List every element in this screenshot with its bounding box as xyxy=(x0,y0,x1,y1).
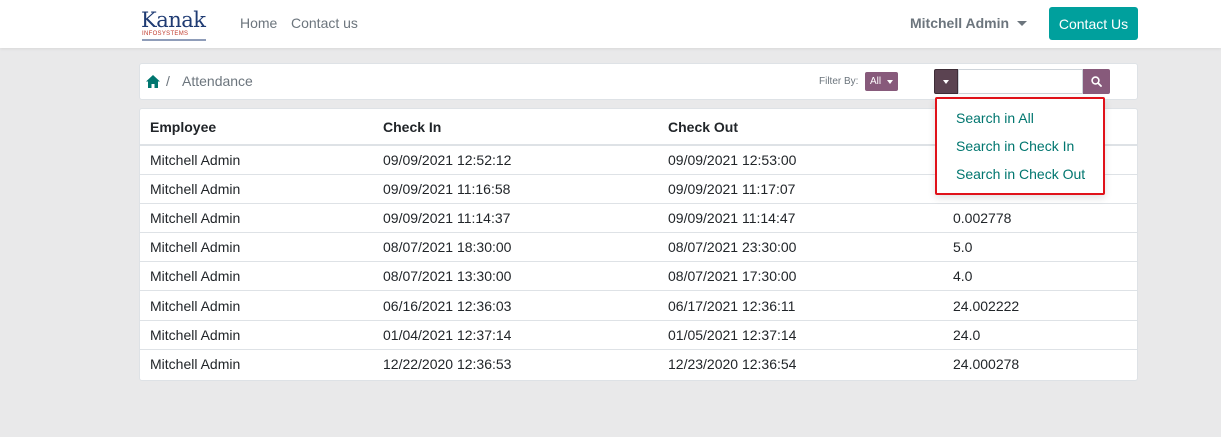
top-navbar: Kanak INFOSYSTEMS Home Contact us Mitche… xyxy=(0,0,1221,48)
logo-tagline: INFOSYSTEMS xyxy=(142,31,189,37)
nav-link-home[interactable]: Home xyxy=(240,15,277,31)
cell-check-out: 09/09/2021 11:14:47 xyxy=(658,203,943,234)
table-row[interactable]: Mitchell Admin 09/09/2021 11:14:37 09/09… xyxy=(140,203,1137,234)
caret-down-icon xyxy=(1017,21,1028,26)
cell-worked-hours: 24.002222 xyxy=(943,290,1137,321)
cell-employee: Mitchell Admin xyxy=(140,290,373,321)
column-header-employee[interactable]: Employee xyxy=(140,109,373,146)
brand-logo[interactable]: Kanak INFOSYSTEMS xyxy=(141,8,209,42)
table-row[interactable]: Mitchell Admin 12/22/2020 12:36:53 12/23… xyxy=(140,349,1137,378)
search-input[interactable] xyxy=(958,69,1083,94)
column-header-check-in[interactable]: Check In xyxy=(373,109,658,146)
cell-employee: Mitchell Admin xyxy=(140,145,373,175)
filter-label: Filter By: xyxy=(819,76,859,87)
search-button[interactable] xyxy=(1083,69,1110,94)
breadcrumb-separator: / xyxy=(166,73,170,89)
search-option-check-out[interactable]: Search in Check Out xyxy=(956,166,1085,182)
contact-us-button[interactable]: Contact Us xyxy=(1049,7,1138,40)
table-row[interactable]: Mitchell Admin 08/07/2021 13:30:00 08/07… xyxy=(140,261,1137,292)
breadcrumb-bar: / Attendance Filter By: All xyxy=(139,63,1138,100)
cell-employee: Mitchell Admin xyxy=(140,203,373,234)
cell-check-in: 09/09/2021 12:52:12 xyxy=(373,145,658,175)
cell-check-in: 09/09/2021 11:14:37 xyxy=(373,203,658,234)
cell-employee: Mitchell Admin xyxy=(140,261,373,292)
cell-worked-hours: 4.0 xyxy=(943,261,1137,292)
cell-worked-hours: 5.0 xyxy=(943,232,1137,263)
cell-employee: Mitchell Admin xyxy=(150,356,241,373)
search-option-all[interactable]: Search in All xyxy=(956,110,1034,126)
cell-employee: Mitchell Admin xyxy=(140,232,373,263)
filter-selected: All xyxy=(870,76,882,87)
cell-check-in: 01/04/2021 12:37:14 xyxy=(373,320,658,350)
search-option-check-in[interactable]: Search in Check In xyxy=(956,138,1074,154)
search-options-dropdown: Search in All Search in Check In Search … xyxy=(935,97,1105,195)
logo-underline xyxy=(142,39,206,41)
cell-check-in: 09/09/2021 11:16:58 xyxy=(373,174,658,204)
cell-check-out: 09/09/2021 11:17:07 xyxy=(658,174,943,204)
cell-employee: Mitchell Admin xyxy=(140,174,373,204)
cell-check-out: 12/23/2020 12:36:54 xyxy=(668,356,797,373)
cell-check-in: 08/07/2021 13:30:00 xyxy=(373,261,658,292)
cell-employee: Mitchell Admin xyxy=(140,320,373,350)
table-row[interactable]: Mitchell Admin 01/04/2021 12:37:14 01/05… xyxy=(140,320,1137,350)
search-options-toggle[interactable] xyxy=(934,69,958,94)
caret-down-icon xyxy=(887,80,893,84)
filter-dropdown-button[interactable]: All xyxy=(865,72,898,91)
table-row[interactable]: Mitchell Admin 08/07/2021 18:30:00 08/07… xyxy=(140,232,1137,263)
cell-check-in: 12/22/2020 12:36:53 xyxy=(383,356,512,373)
column-header-check-out[interactable]: Check Out xyxy=(658,109,943,146)
cell-check-out: 06/17/2021 12:36:11 xyxy=(658,290,943,321)
user-name: Mitchell Admin xyxy=(910,15,1010,31)
search-icon xyxy=(1091,76,1102,87)
home-icon[interactable] xyxy=(146,75,160,88)
cell-check-out: 01/05/2021 12:37:14 xyxy=(658,320,943,350)
cell-worked-hours: 24.000278 xyxy=(953,356,1020,373)
nav-link-contact[interactable]: Contact us xyxy=(291,15,358,31)
user-menu[interactable]: Mitchell Admin xyxy=(910,15,1028,31)
cell-worked-hours: 24.0 xyxy=(943,320,1137,350)
cell-check-out: 08/07/2021 17:30:00 xyxy=(658,261,943,292)
cell-check-in: 08/07/2021 18:30:00 xyxy=(373,232,658,263)
caret-down-icon xyxy=(943,80,949,84)
cell-check-out: 08/07/2021 23:30:00 xyxy=(658,232,943,263)
cell-check-out: 09/09/2021 12:53:00 xyxy=(658,145,943,175)
logo-text: Kanak xyxy=(141,8,206,32)
cell-worked-hours: 0.002778 xyxy=(943,203,1137,234)
breadcrumb-title: Attendance xyxy=(182,73,253,89)
table-row[interactable]: Mitchell Admin 06/16/2021 12:36:03 06/17… xyxy=(140,290,1137,321)
cell-check-in: 06/16/2021 12:36:03 xyxy=(373,290,658,321)
